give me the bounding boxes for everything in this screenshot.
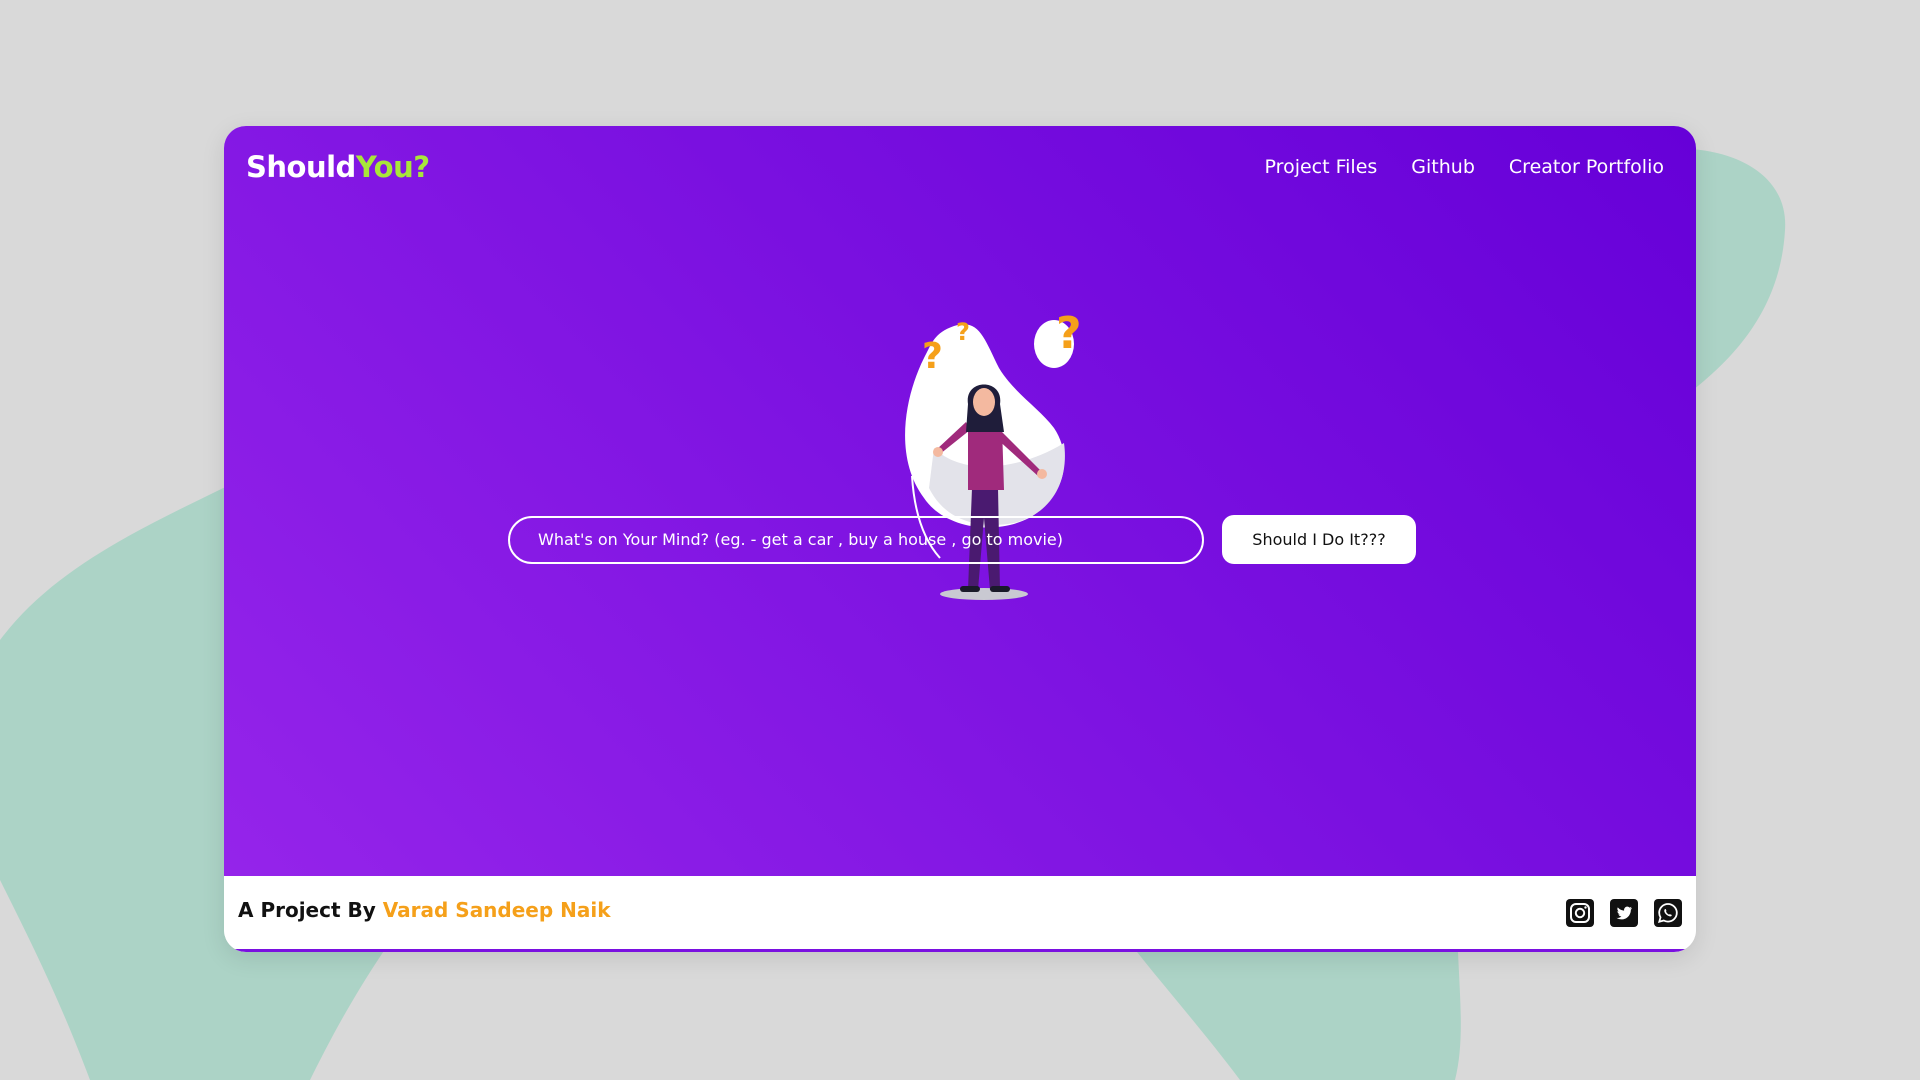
brand-name-part2: You? <box>355 150 430 184</box>
social-links <box>1566 899 1682 927</box>
should-i-do-it-button[interactable]: Should I Do It??? <box>1222 515 1416 564</box>
question-mark-icon: ? <box>922 336 943 377</box>
floor-shadow <box>940 588 1028 600</box>
nav-project-files[interactable]: Project Files <box>1265 156 1378 178</box>
project-credit: A Project By Varad Sandeep Naik <box>238 898 611 922</box>
top-nav: Project Files Github Creator Portfolio <box>1265 156 1664 178</box>
whatsapp-icon[interactable] <box>1654 899 1682 927</box>
woman-face <box>973 388 995 416</box>
author-name[interactable]: Varad Sandeep Naik <box>383 898 611 922</box>
app-card: ShouldYou? Project Files Github Creator … <box>224 126 1696 952</box>
credit-prefix: A Project By <box>238 898 376 922</box>
hero-section: ShouldYou? Project Files Github Creator … <box>224 126 1696 876</box>
nav-github[interactable]: Github <box>1411 156 1475 178</box>
decision-input[interactable] <box>508 515 1204 564</box>
brand-logo[interactable]: ShouldYou? <box>246 150 430 184</box>
question-mark-icon: ? <box>1056 308 1082 359</box>
instagram-icon[interactable] <box>1566 899 1594 927</box>
woman-shoes <box>960 586 980 592</box>
footer: A Project By Varad Sandeep Naik <box>224 876 1696 952</box>
question-mark-icon: ? <box>956 318 970 346</box>
twitter-icon[interactable] <box>1610 899 1638 927</box>
search-row: Should I Do It??? <box>508 515 1416 564</box>
brand-name-part1: Should <box>246 150 356 184</box>
nav-creator-portfolio[interactable]: Creator Portfolio <box>1509 156 1664 178</box>
